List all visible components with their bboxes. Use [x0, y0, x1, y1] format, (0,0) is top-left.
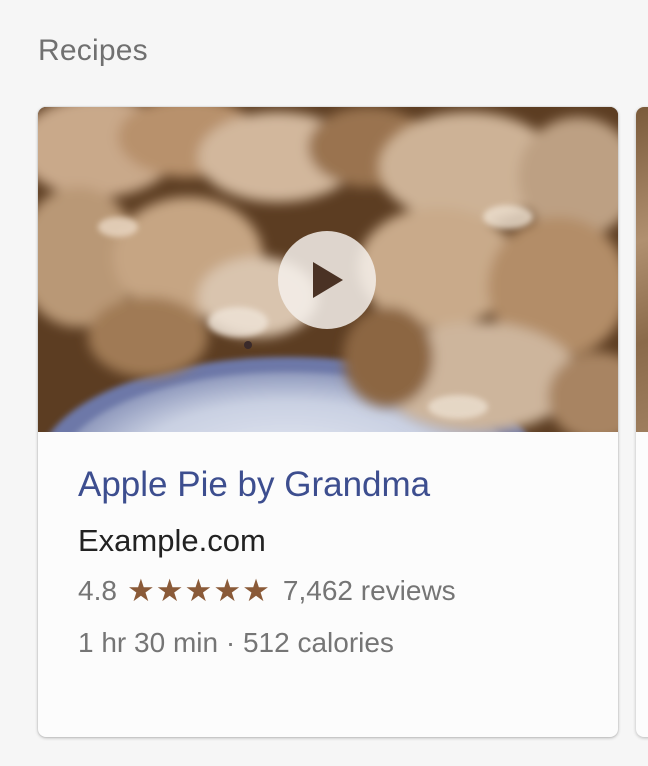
rating-row: 4.8 ★ ★ ★ ★ ★ 7,462 reviews	[78, 575, 456, 607]
play-button[interactable]	[278, 231, 376, 329]
star-rating: ★ ★ ★ ★ ★	[126, 572, 271, 609]
play-icon	[313, 262, 343, 298]
next-recipe-card[interactable]	[636, 107, 648, 737]
section-title: Recipes	[38, 34, 148, 67]
recipe-card[interactable]: Apple Pie by Grandma Example.com 4.8 ★ ★…	[38, 107, 618, 737]
page: Recipes Apple Pie by Grandma Example.com…	[0, 0, 648, 766]
review-count: 7,462 reviews	[282, 575, 456, 606]
star-icon: ★	[155, 572, 184, 609]
star-icon: ★	[184, 572, 213, 609]
recipe-thumbnail[interactable]	[38, 107, 618, 432]
star-icon: ★	[126, 572, 155, 609]
star-icon: ★	[242, 572, 270, 609]
star-icon: ★	[213, 572, 242, 609]
recipe-meta: 1 hr 30 min · 512 calories	[78, 627, 394, 658]
recipe-source: Example.com	[78, 523, 266, 558]
rating-value: 4.8	[78, 575, 117, 606]
next-recipe-thumbnail	[636, 107, 648, 432]
recipe-title-link[interactable]: Apple Pie by Grandma	[78, 465, 430, 505]
